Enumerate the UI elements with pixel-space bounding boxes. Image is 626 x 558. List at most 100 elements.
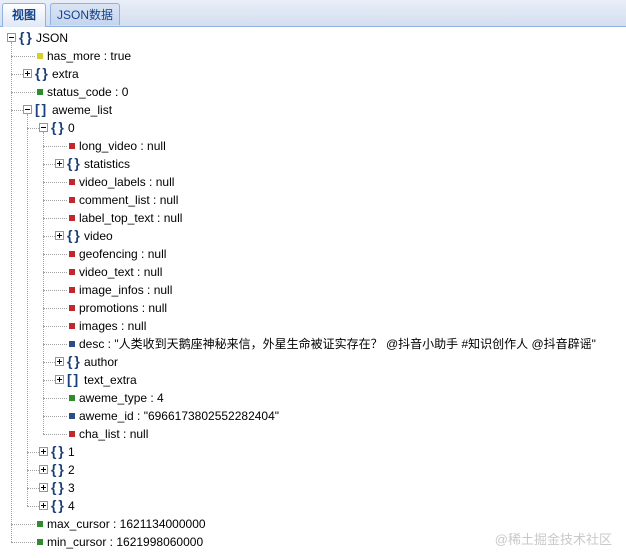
expand-plus-icon[interactable]: [39, 501, 48, 510]
object-brace-icon: { }: [51, 479, 64, 495]
tree-leaf-label: status_code : 0: [47, 85, 129, 99]
tree-connector-branch: [43, 290, 67, 291]
red-value-square-icon: [69, 179, 75, 185]
tree-node-row[interactable]: { } statistics: [0, 155, 626, 173]
tree-leaf-label: video_labels : null: [79, 175, 175, 189]
tree-leaf-row: cha_list : null: [0, 425, 626, 443]
tree-connector-branch: [43, 146, 67, 147]
tree-node-row[interactable]: { } JSON: [0, 29, 626, 47]
blue-value-square-icon: [69, 341, 75, 347]
object-brace-icon: { }: [51, 497, 64, 513]
expand-plus-icon[interactable]: [55, 375, 64, 384]
tree-leaf-row: comment_list : null: [0, 191, 626, 209]
collapse-minus-icon[interactable]: [39, 123, 48, 132]
object-brace-icon: { }: [51, 461, 64, 477]
tree-connector-branch: [11, 110, 23, 111]
yellow-value-square-icon: [37, 53, 43, 59]
array-bracket-icon: [ ]: [35, 101, 46, 117]
green-value-square-icon: [37, 539, 43, 545]
object-brace-icon: { }: [51, 443, 64, 459]
tree-leaf-label: cha_list : null: [79, 427, 149, 441]
tree-leaf-label: long_video : null: [79, 139, 166, 153]
tree-node-row[interactable]: { } 4: [0, 497, 626, 515]
tree-node-label: 1: [68, 445, 75, 459]
tree-connector-branch: [43, 344, 67, 345]
tree-node-label: 2: [68, 463, 75, 477]
tree-connector-branch: [43, 398, 67, 399]
red-value-square-icon: [69, 215, 75, 221]
tree-leaf-row: geofencing : null: [0, 245, 626, 263]
red-value-square-icon: [69, 305, 75, 311]
tree-connector-branch: [27, 470, 39, 471]
tree-node-row[interactable]: [ ] text_extra: [0, 371, 626, 389]
tree-node-label: JSON: [36, 31, 69, 45]
object-brace-icon: { }: [67, 353, 80, 369]
expand-plus-icon[interactable]: [23, 69, 32, 78]
tree-connector-branch: [43, 416, 67, 417]
expand-plus-icon[interactable]: [55, 231, 64, 240]
tree-node-label: video: [84, 229, 113, 243]
red-value-square-icon: [69, 251, 75, 257]
expand-plus-icon[interactable]: [55, 357, 64, 366]
red-value-square-icon: [69, 143, 75, 149]
array-bracket-icon: [ ]: [67, 371, 78, 387]
tree-connector-branch: [43, 434, 67, 435]
tree-node-row[interactable]: { } author: [0, 353, 626, 371]
tree-leaf-row: promotions : null: [0, 299, 626, 317]
tree-leaf-row: long_video : null: [0, 137, 626, 155]
tree-connector-branch: [11, 524, 35, 525]
tree-connector-branch: [43, 380, 55, 381]
tree-leaf-row: desc : "人类收到天鹅座神秘来信，外星生命被证实存在？ @抖音小助手 #知…: [0, 335, 626, 353]
tree-leaf-row: images : null: [0, 317, 626, 335]
tree-leaf-row: has_more : true: [0, 47, 626, 65]
collapse-minus-icon[interactable]: [7, 33, 16, 42]
tree-node-row[interactable]: { } 2: [0, 461, 626, 479]
expand-plus-icon[interactable]: [39, 447, 48, 456]
tree-leaf-label: images : null: [79, 319, 147, 333]
tree-connector-branch: [43, 272, 67, 273]
tree-connector-branch: [27, 452, 39, 453]
tree-node-label: 3: [68, 481, 75, 495]
tree-node-row[interactable]: { } video: [0, 227, 626, 245]
tree-leaf-label: has_more : true: [47, 49, 132, 63]
tree-node-row[interactable]: { } 3: [0, 479, 626, 497]
tree-leaf-label: min_cursor : 1621998060000: [47, 535, 204, 549]
tree-node-row[interactable]: { } extra: [0, 65, 626, 83]
tree-node-row[interactable]: { } 0: [0, 119, 626, 137]
tree-connector-branch: [43, 200, 67, 201]
tree-connector-branch: [43, 218, 67, 219]
tree-node-label: 4: [68, 499, 75, 513]
object-brace-icon: { }: [19, 29, 32, 45]
tree-connector-branch: [43, 164, 55, 165]
tree-node-label: aweme_list: [52, 103, 113, 117]
tree-leaf-row: label_top_text : null: [0, 209, 626, 227]
red-value-square-icon: [69, 197, 75, 203]
tree-leaf-row: aweme_type : 4: [0, 389, 626, 407]
tree-connector-branch: [43, 254, 67, 255]
collapse-minus-icon[interactable]: [23, 105, 32, 114]
tree-leaf-label: aweme_type : 4: [79, 391, 164, 405]
tree-connector-branch: [43, 236, 55, 237]
expand-plus-icon[interactable]: [39, 483, 48, 492]
tree-connector-branch: [43, 362, 55, 363]
object-brace-icon: { }: [51, 119, 64, 135]
tree-connector-branch: [11, 56, 35, 57]
red-value-square-icon: [69, 287, 75, 293]
tree-node-label: 0: [68, 121, 75, 135]
tree-connector-branch: [43, 308, 67, 309]
tree-node-row[interactable]: [ ] aweme_list: [0, 101, 626, 119]
tree-connector-branch: [11, 92, 35, 93]
blue-value-square-icon: [69, 413, 75, 419]
tree-node-label: text_extra: [84, 373, 137, 387]
expand-plus-icon[interactable]: [39, 465, 48, 474]
tree-node-row[interactable]: { } 1: [0, 443, 626, 461]
tree-node-label: statistics: [84, 157, 131, 171]
tab-json-data[interactable]: JSON数据: [50, 3, 120, 25]
tab-view[interactable]: 视图: [2, 3, 46, 27]
tree-leaf-row: video_labels : null: [0, 173, 626, 191]
tree-leaf-label: geofencing : null: [79, 247, 167, 261]
red-value-square-icon: [69, 269, 75, 275]
expand-plus-icon[interactable]: [55, 159, 64, 168]
tree-leaf-label: desc : "人类收到天鹅座神秘来信，外星生命被证实存在？ @抖音小助手 #知…: [79, 337, 596, 351]
tree-connector-branch: [27, 506, 39, 507]
